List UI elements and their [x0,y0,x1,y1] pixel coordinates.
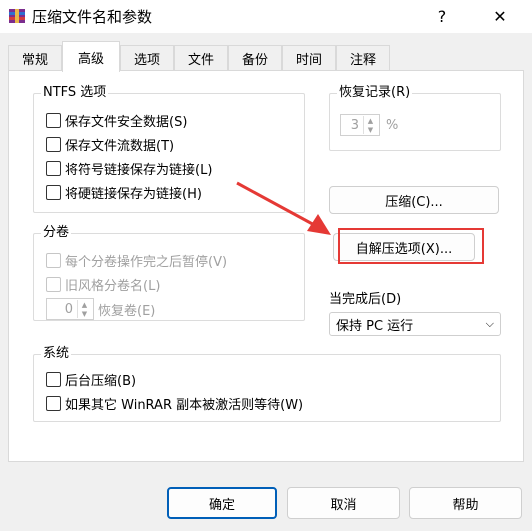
window-title: 压缩文件名和参数 [32,8,153,26]
checkbox-label: 旧风格分卷名(L) [65,278,161,294]
recovery-volumes-label: 恢复卷(E) [98,303,156,319]
spinner-arrows[interactable]: ▲ ▼ [363,116,377,134]
title-bar: 压缩文件名和参数 ? ✕ [0,0,532,33]
tab-general[interactable]: 常规 [8,45,62,71]
recovery-percent-input[interactable]: 3 ▲ ▼ [340,114,380,136]
checkbox-box[interactable] [46,112,61,128]
spinner-arrows[interactable]: ▲ ▼ [77,300,91,318]
checkbox-label: 将符号链接保存为链接(L) [65,162,213,178]
recovery-group-title: 恢复记录(R) [337,85,413,101]
volumes-group-title: 分卷 [41,225,72,241]
winrar-app-icon [9,9,25,23]
tab-options[interactable]: 选项 [120,45,174,71]
spin-down-icon[interactable]: ▼ [364,125,377,134]
system-group-title: 系统 [41,346,72,362]
recovery-volumes-spinner[interactable]: 0 ▲ ▼ 恢复卷(E) [46,298,155,320]
ntfs-options-group: NTFS 选项 保存文件安全数据(S) 保存文件流数据(T) 将符号链接保存为链… [33,85,305,213]
tab-bar: 常规 高级 选项 文件 备份 时间 注释 [8,41,524,72]
help-button[interactable]: 帮助 [409,487,522,519]
checkbox-box[interactable] [46,184,61,200]
checkbox-box[interactable] [46,276,61,292]
recovery-record-group: 恢复记录(R) 3 ▲ ▼ % [329,85,501,151]
spin-up-icon[interactable]: ▲ [364,116,377,125]
advanced-panel: NTFS 选项 保存文件安全数据(S) 保存文件流数据(T) 将符号链接保存为链… [8,70,524,462]
tab-advanced[interactable]: 高级 [62,41,120,72]
cancel-button[interactable]: 取消 [287,487,400,519]
checkbox-label: 保存文件流数据(T) [65,138,175,154]
checkbox-label: 如果其它 WinRAR 副本被激活则等待(W) [65,397,304,413]
volumes-group: 分卷 每个分卷操作完之后暂停(V) 旧风格分卷名(L) 0 ▲ ▼ 恢复卷(E) [33,225,305,321]
close-button[interactable]: ✕ [478,0,522,33]
tab-backup[interactable]: 备份 [228,45,282,71]
pause-after-volume-checkbox[interactable]: 每个分卷操作完之后暂停(V) [46,250,227,270]
checkbox-label: 后台压缩(B) [65,373,137,389]
old-style-names-checkbox[interactable]: 旧风格分卷名(L) [46,274,160,294]
symlinks-checkbox[interactable]: 将符号链接保存为链接(L) [46,158,212,178]
spin-down-icon[interactable]: ▼ [78,309,91,318]
help-title-button[interactable]: ? [420,0,464,33]
recovery-volumes-input[interactable]: 0 ▲ ▼ [46,298,94,320]
checkbox-box[interactable] [46,252,61,268]
ok-button[interactable]: 确定 [167,487,277,519]
recovery-volumes-value: 0 [64,301,73,317]
chevron-down-icon: ⌵ [485,317,494,330]
wait-other-copies-checkbox[interactable]: 如果其它 WinRAR 副本被激活则等待(W) [46,393,303,413]
compress-settings-button[interactable]: 压缩(C)... [329,186,499,214]
system-group: 系统 后台压缩(B) 如果其它 WinRAR 副本被激活则等待(W) [33,346,501,422]
recovery-percent-unit: % [386,117,399,133]
checkbox-box[interactable] [46,160,61,176]
after-completion-label: 当完成后(D) [329,292,402,307]
ntfs-group-title: NTFS 选项 [41,85,109,101]
save-security-checkbox[interactable]: 保存文件安全数据(S) [46,110,187,130]
highlight-box [338,228,484,264]
recovery-percent-spinner[interactable]: 3 ▲ ▼ % [340,114,398,136]
recovery-percent-value: 3 [350,117,359,133]
spin-up-icon[interactable]: ▲ [78,300,91,309]
hardlinks-checkbox[interactable]: 将硬链接保存为链接(H) [46,182,202,202]
checkbox-label: 将硬链接保存为链接(H) [65,186,202,202]
after-completion-value: 保持 PC 运行 [336,318,414,334]
after-completion-select[interactable]: 保持 PC 运行 ⌵ [329,312,501,336]
checkbox-box[interactable] [46,371,61,387]
tab-time[interactable]: 时间 [282,45,336,71]
save-streams-checkbox[interactable]: 保存文件流数据(T) [46,134,174,154]
checkbox-label: 保存文件安全数据(S) [65,114,188,130]
checkbox-box[interactable] [46,395,61,411]
checkbox-box[interactable] [46,136,61,152]
tab-comment[interactable]: 注释 [336,45,390,71]
background-compress-checkbox[interactable]: 后台压缩(B) [46,369,136,389]
checkbox-label: 每个分卷操作完之后暂停(V) [65,254,228,270]
tab-files[interactable]: 文件 [174,45,228,71]
